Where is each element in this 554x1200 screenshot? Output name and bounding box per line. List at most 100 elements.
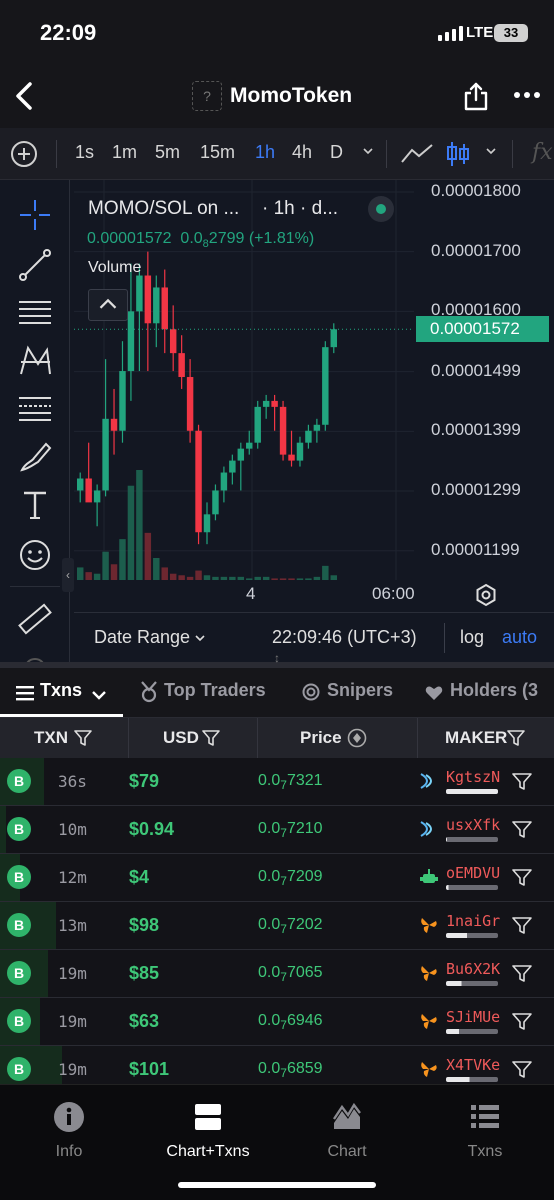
- buy-badge[interactable]: B: [7, 913, 31, 937]
- candle-body[interactable]: [237, 448, 245, 461]
- interval-4h[interactable]: 4h: [292, 142, 312, 163]
- tab-holders[interactable]: Holders (3: [450, 680, 538, 701]
- buy-badge[interactable]: B: [7, 817, 31, 841]
- candle-body[interactable]: [161, 287, 168, 330]
- legend-collapse-chevron-up-icon[interactable]: [88, 289, 128, 321]
- candle-body[interactable]: [110, 418, 118, 431]
- candle-body[interactable]: [186, 377, 194, 431]
- interval-5m[interactable]: 5m: [155, 142, 180, 163]
- indicators-fx-icon[interactable]: fx: [532, 140, 553, 165]
- filter-icon[interactable]: [512, 1013, 532, 1031]
- candle-body[interactable]: [153, 287, 160, 324]
- filter-icon[interactable]: [74, 730, 92, 747]
- interval-chevron-down-icon[interactable]: [363, 146, 373, 156]
- interval-1m[interactable]: 1m: [112, 142, 137, 163]
- line-chart-icon[interactable]: [400, 142, 434, 166]
- buy-badge[interactable]: B: [7, 961, 31, 985]
- interval-1h[interactable]: 1h: [255, 142, 275, 163]
- brush-icon[interactable]: [16, 438, 54, 476]
- ruler-icon[interactable]: [16, 600, 54, 638]
- more-icon[interactable]: [514, 92, 540, 100]
- candle-body[interactable]: [271, 400, 278, 407]
- filter-icon[interactable]: [507, 730, 525, 747]
- table-row[interactable]: B 12m $4 0.077209 oEMDVU: [0, 854, 554, 902]
- nav-info[interactable]: Info: [4, 1101, 134, 1161]
- maker-address[interactable]: Bu6X2K: [446, 960, 500, 978]
- nav-chart-txns[interactable]: Chart+Txns: [143, 1101, 273, 1161]
- candle-body[interactable]: [262, 400, 270, 407]
- interval-1s[interactable]: 1s: [75, 142, 94, 163]
- maker-address[interactable]: oEMDVU: [446, 864, 500, 882]
- candles-icon[interactable]: [446, 140, 470, 168]
- candle-body[interactable]: [77, 478, 84, 491]
- interval-d[interactable]: D: [330, 142, 343, 163]
- date-range-button[interactable]: Date Range: [94, 627, 205, 648]
- col-usd[interactable]: USD: [129, 718, 258, 758]
- table-row[interactable]: B 13m $98 0.077202 1naiGr: [0, 902, 554, 950]
- filter-icon[interactable]: [202, 730, 220, 747]
- filter-icon[interactable]: [512, 965, 532, 983]
- log-scale-toggle[interactable]: log: [460, 627, 484, 648]
- candle-body[interactable]: [288, 454, 295, 461]
- candle-body[interactable]: [195, 430, 202, 533]
- candle-body[interactable]: [220, 472, 228, 491]
- candle-body[interactable]: [102, 418, 109, 491]
- emoji-icon[interactable]: [16, 536, 54, 574]
- maker-address[interactable]: KgtszN: [446, 768, 500, 786]
- filter-icon[interactable]: [512, 821, 532, 839]
- candle-body[interactable]: [279, 406, 287, 455]
- candle-body[interactable]: [203, 514, 211, 533]
- candle-body[interactable]: [119, 371, 126, 431]
- horizontal-lines-icon[interactable]: [16, 294, 54, 332]
- legend-symbol[interactable]: MOMO/SOL on ...: [88, 198, 239, 220]
- candle-body[interactable]: [313, 424, 321, 431]
- candle-body[interactable]: [178, 353, 185, 378]
- nav-txns[interactable]: Txns: [420, 1101, 550, 1161]
- filter-icon[interactable]: [512, 773, 532, 791]
- table-row[interactable]: B 10m $0.94 0.077210 usxXfk: [0, 806, 554, 854]
- candle-body[interactable]: [127, 311, 135, 372]
- col-maker[interactable]: MAKER: [418, 718, 554, 758]
- candle-body[interactable]: [254, 406, 261, 443]
- candle-body[interactable]: [144, 275, 152, 324]
- interval-15m[interactable]: 15m: [200, 142, 235, 163]
- auto-scale-toggle[interactable]: auto: [502, 627, 537, 648]
- buy-badge[interactable]: B: [7, 1009, 31, 1033]
- candle-body[interactable]: [305, 430, 312, 443]
- table-row[interactable]: B 19m $63 0.076946 SJiMUe: [0, 998, 554, 1046]
- candle-body[interactable]: [330, 329, 337, 348]
- maker-address[interactable]: usxXfk: [446, 816, 500, 834]
- tab-snipers[interactable]: Snipers: [327, 680, 393, 701]
- price-toggle-icon[interactable]: [347, 728, 367, 748]
- crosshair-icon[interactable]: [16, 196, 54, 234]
- candle-body[interactable]: [322, 347, 329, 425]
- pattern-icon[interactable]: [16, 342, 54, 380]
- maker-address[interactable]: X4TVKe: [446, 1056, 500, 1074]
- tab-top-traders[interactable]: Top Traders: [164, 680, 266, 701]
- candle-body[interactable]: [136, 275, 143, 312]
- maker-address[interactable]: 1naiGr: [446, 912, 500, 930]
- fib-retracement-icon[interactable]: [16, 390, 54, 428]
- buy-badge[interactable]: B: [7, 865, 31, 889]
- candle-body[interactable]: [296, 442, 304, 461]
- filter-icon[interactable]: [512, 917, 532, 935]
- trend-line-icon[interactable]: [16, 246, 54, 284]
- share-icon[interactable]: [462, 80, 490, 112]
- text-tool-icon[interactable]: [16, 486, 54, 524]
- buy-badge[interactable]: B: [7, 1057, 31, 1081]
- table-row[interactable]: B 19m $85 0.077065 Bu6X2K: [0, 950, 554, 998]
- nav-chart[interactable]: Chart: [282, 1101, 412, 1161]
- maker-address[interactable]: SJiMUe: [446, 1008, 500, 1026]
- filter-icon[interactable]: [512, 1061, 532, 1079]
- candle-body[interactable]: [246, 442, 253, 449]
- candle-body[interactable]: [93, 490, 101, 503]
- chart-type-chevron-down-icon[interactable]: [486, 146, 496, 156]
- buy-badge[interactable]: B: [7, 769, 31, 793]
- candle-body[interactable]: [212, 490, 219, 515]
- chevron-down-icon[interactable]: [92, 690, 106, 700]
- collapse-toolbar-button[interactable]: ‹: [62, 558, 74, 592]
- tab-txns[interactable]: Txns: [40, 680, 82, 701]
- chart-settings-icon[interactable]: [474, 583, 498, 607]
- add-indicator-icon[interactable]: [11, 141, 37, 167]
- candle-body[interactable]: [229, 460, 236, 473]
